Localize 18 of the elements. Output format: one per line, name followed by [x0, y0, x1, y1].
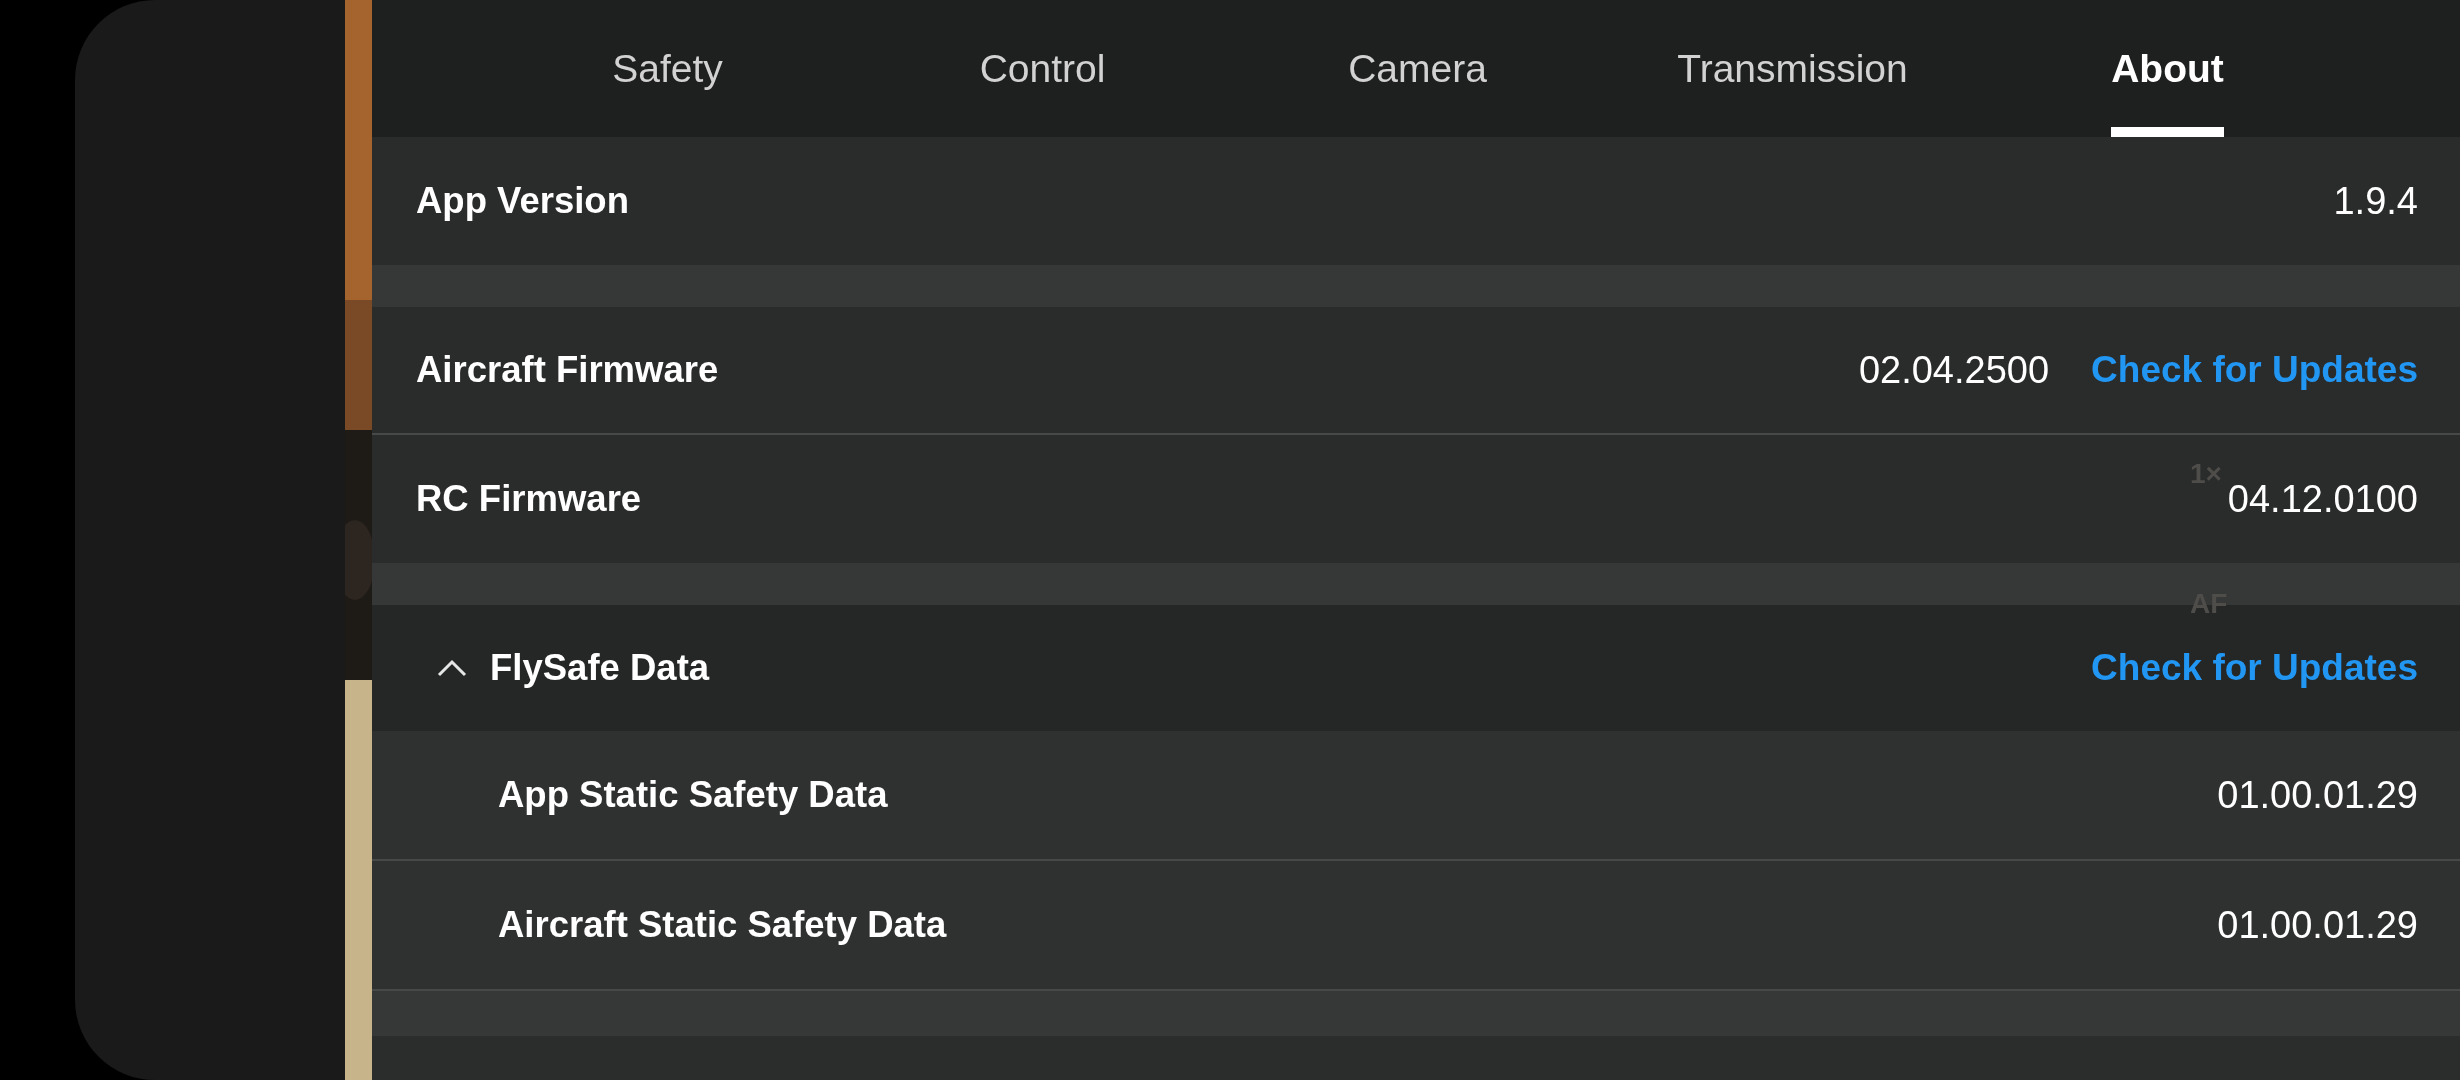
row-label: App Version — [416, 180, 629, 222]
tab[interactable]: Safety — [612, 46, 723, 137]
tab[interactable]: Transmission — [1677, 46, 1908, 137]
row-value: 04.12.0100 — [2227, 477, 2418, 521]
row-label: RC Firmware — [416, 478, 642, 520]
row-label: Aircraft Static Safety Data — [498, 904, 947, 946]
row-value: 01.00.01.29 — [2217, 773, 2418, 817]
row-label: Aircraft Firmware — [416, 349, 719, 391]
row-value: 01.00.01.29 — [2217, 903, 2418, 947]
tab[interactable]: Control — [979, 46, 1106, 137]
chevron-icon[interactable] — [436, 658, 468, 678]
row-label: FlySafe Data — [490, 647, 710, 689]
check-updates-link[interactable]: Check for Updates — [2091, 647, 2418, 689]
check-updates-link[interactable]: Check for Updates — [2091, 349, 2418, 391]
row-value: 02.04.2500 — [1858, 348, 2050, 392]
tab[interactable]: Camera — [1348, 46, 1487, 137]
row-value: 1.9.4 — [2333, 179, 2418, 223]
row-label: App Static Safety Data — [498, 774, 888, 816]
